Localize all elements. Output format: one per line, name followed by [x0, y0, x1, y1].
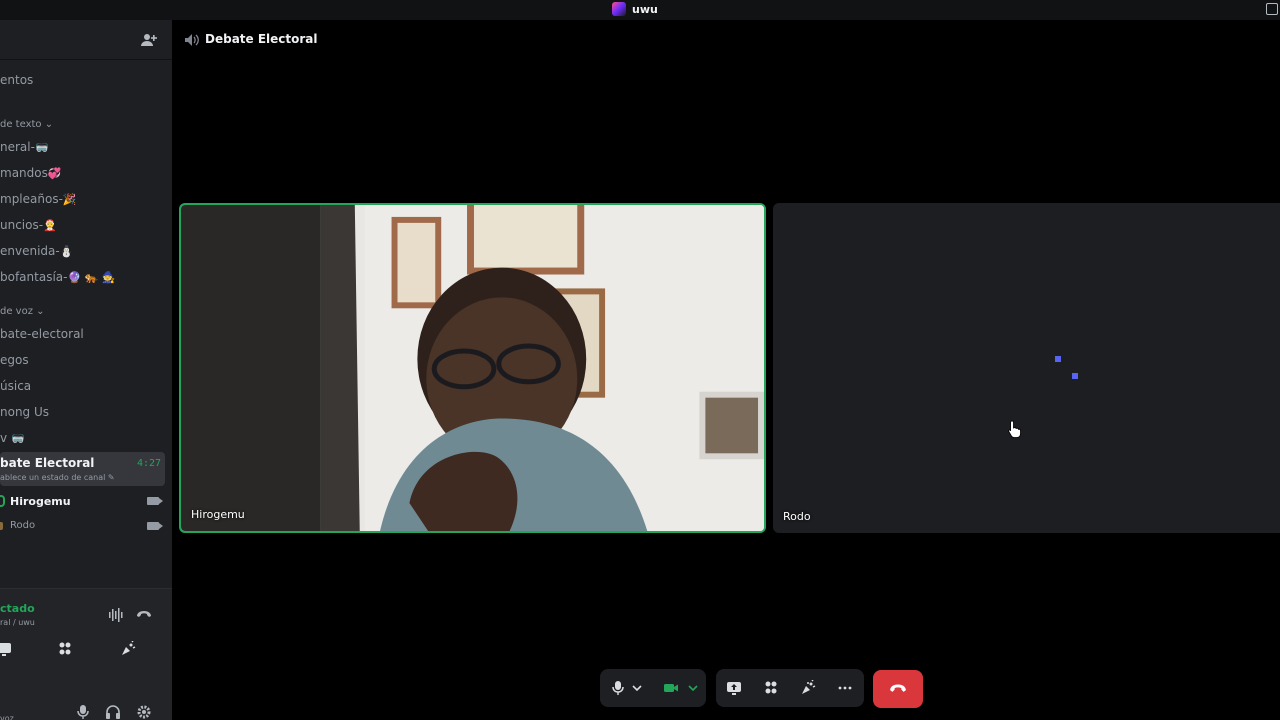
gear-icon[interactable] — [136, 704, 152, 720]
activities-icon[interactable] — [57, 641, 73, 657]
channel-emoji: 💞 — [47, 167, 62, 180]
channel-label: bate-electoral — [0, 327, 84, 341]
channel-label: mpleaños- — [0, 192, 63, 206]
sidebar-header — [0, 20, 172, 60]
user-panel: voz — [0, 700, 172, 720]
channel-label: uncios- — [0, 218, 44, 232]
voice-connection-location: ral / uwu — [0, 618, 35, 627]
camera-icon — [147, 497, 163, 505]
loading-indicator — [1072, 373, 1078, 379]
channel-label: bofantasía- — [0, 270, 68, 284]
channel-label: neral- — [0, 140, 35, 154]
server-icon — [612, 2, 626, 16]
window-title: uwu — [632, 3, 658, 16]
soundboard-button[interactable] — [794, 669, 822, 707]
channel-emoji: 🔮 🐅 🧙 — [67, 271, 116, 284]
voice-connected-panel: ctado ral / uwu — [0, 588, 172, 700]
screen-share-icon[interactable] — [0, 641, 12, 657]
activities-button[interactable] — [757, 669, 785, 707]
more-icon — [838, 686, 852, 690]
channel-emoji: 🤶 — [43, 219, 57, 232]
disconnect-button[interactable] — [873, 670, 923, 708]
avatar — [0, 522, 3, 530]
channel-emoji: 🥽 — [34, 141, 49, 154]
screen-share-icon — [727, 682, 741, 695]
set-channel-status-link[interactable]: ablece un estado de canal ✎ — [0, 473, 115, 482]
chevron-down-icon — [688, 685, 698, 692]
voice-user-item[interactable]: Rodo — [0, 520, 165, 534]
camera-icon — [664, 684, 678, 692]
text-channel[interactable]: neral-🥽 — [0, 140, 49, 154]
video-tile-hirogemu[interactable]: Hirogemu — [179, 203, 766, 533]
text-channel[interactable]: mpleaños-🎉 — [0, 192, 77, 206]
channel-label: úsica — [0, 379, 32, 393]
add-friend-icon[interactable] — [141, 32, 157, 48]
soundboard-icon — [802, 680, 816, 694]
hand-cursor-icon — [1008, 420, 1021, 438]
voice-channel[interactable]: úsica — [0, 379, 31, 393]
text-channel[interactable]: mandos💞 — [0, 166, 62, 180]
camera-feed — [181, 205, 764, 531]
disconnect-icon[interactable] — [136, 607, 152, 623]
mic-icon[interactable] — [75, 704, 91, 720]
participant-name-tag: Rodo — [783, 510, 811, 523]
avatar — [0, 495, 5, 507]
channel-name: Debate Electoral — [205, 32, 318, 46]
user-status-text: voz — [0, 714, 14, 720]
inbox-icon[interactable] — [1266, 3, 1278, 15]
activities-icon — [765, 681, 777, 694]
voice-channel[interactable]: nong Us — [0, 405, 49, 419]
voice-user-item[interactable]: Hirogemu — [0, 495, 165, 509]
video-tile-rodo[interactable]: Rodo — [773, 203, 1280, 533]
call-timer: 4:27 — [137, 458, 162, 469]
loading-indicator — [1055, 356, 1061, 362]
events-link[interactable]: entos — [0, 73, 33, 87]
channel-label: nong Us — [0, 405, 50, 419]
voice-connection-status[interactable]: ctado — [0, 602, 35, 615]
channel-label: envenida- — [0, 244, 60, 258]
channel-label: v — [0, 431, 8, 445]
active-channel-name: bate Electoral — [0, 456, 95, 470]
voice-channel[interactable]: v 🥽 — [0, 431, 25, 445]
channel-emoji: 🥽 — [10, 432, 25, 445]
text-channel[interactable]: bofantasía-🔮 🐅 🧙 — [0, 270, 116, 284]
channel-label: mandos — [0, 166, 48, 180]
active-voice-channel[interactable]: bate Electoral 4:27 ablece un estado de … — [0, 452, 165, 486]
hangup-icon — [890, 684, 906, 692]
soundboard-icon[interactable] — [120, 641, 136, 657]
text-channel[interactable]: envenida-⛄ — [0, 244, 73, 258]
participant-name-tag: Hirogemu — [191, 508, 245, 521]
voice-user-name: Rodo — [10, 520, 36, 531]
mic-options-button[interactable] — [628, 669, 646, 707]
media-controls — [600, 669, 706, 707]
voice-channel[interactable]: bate-electoral — [0, 327, 84, 341]
channel-label: egos — [0, 353, 29, 367]
camera-icon — [147, 522, 163, 530]
voice-call-area: Debate Electoral Hirogemu Rodo — [172, 20, 1280, 720]
title-bar: uwu — [0, 0, 1280, 20]
noise-suppression-icon[interactable] — [108, 607, 124, 623]
speaker-icon — [185, 34, 199, 46]
channel-emoji: ⛄ — [59, 245, 74, 258]
more-options-button[interactable] — [831, 669, 859, 707]
text-channel[interactable]: uncios-🤶 — [0, 218, 57, 232]
camera-options-button[interactable] — [684, 669, 702, 707]
text-channels-category[interactable]: de texto ⌄ — [0, 119, 53, 130]
channel-sidebar: entos de texto ⌄ neral-🥽 mandos💞 mpleaño… — [0, 20, 172, 720]
voice-channel[interactable]: egos — [0, 353, 29, 367]
voice-user-name: Hirogemu — [10, 495, 71, 508]
channel-emoji: 🎉 — [62, 193, 77, 206]
call-actions — [716, 669, 864, 707]
camera-button[interactable] — [656, 669, 686, 707]
voice-channels-category[interactable]: de voz ⌄ — [0, 306, 45, 317]
mic-icon — [612, 681, 624, 695]
headphones-icon[interactable] — [105, 704, 121, 720]
chevron-down-icon — [632, 685, 642, 692]
screen-share-button[interactable] — [720, 669, 748, 707]
